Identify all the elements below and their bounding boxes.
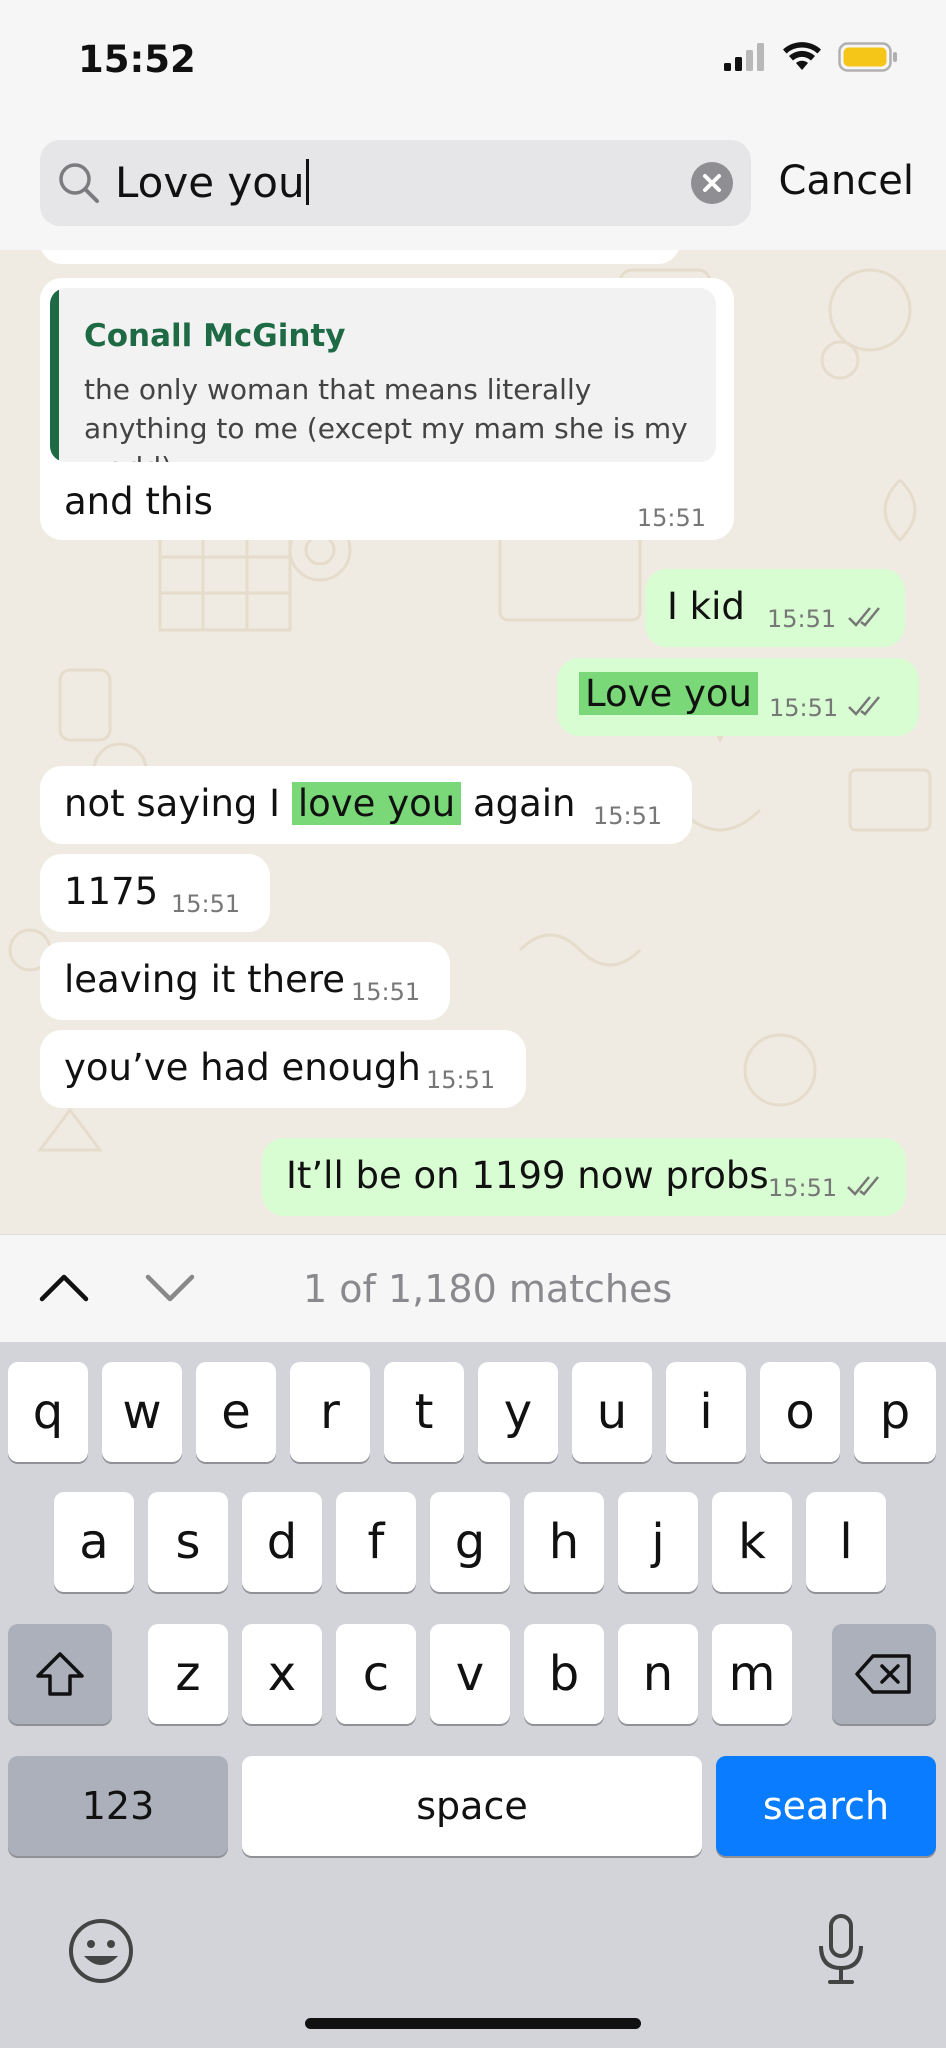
key-g[interactable]: g — [430, 1492, 510, 1592]
read-ticks-icon — [848, 607, 880, 627]
home-indicator[interactable] — [305, 2018, 641, 2029]
message-text: Love you — [579, 672, 759, 715]
keyboard: q w e r t y u i o p a s d f g h j k l z … — [0, 1342, 946, 2048]
message-bubble-incoming[interactable]: not saying I love you again 15:51 — [40, 766, 692, 844]
chevron-down-icon[interactable] — [144, 1271, 196, 1307]
message-time: 15:51 — [426, 1066, 496, 1094]
key-q[interactable]: q — [8, 1362, 88, 1462]
search-match-highlight: love you — [291, 782, 462, 825]
key-l[interactable]: l — [806, 1492, 886, 1592]
search-icon — [59, 163, 99, 203]
message-bubble-outgoing[interactable]: I kid 15:51 — [645, 569, 905, 647]
cancel-button[interactable]: Cancel — [778, 158, 914, 204]
key-k[interactable]: k — [712, 1492, 792, 1592]
chevron-up-icon[interactable] — [38, 1269, 90, 1305]
message-bubble-incoming[interactable]: 1175 15:51 — [40, 854, 270, 932]
numbers-key[interactable]: 123 — [8, 1756, 228, 1856]
message-bubble-incoming[interactable]: you’ve had enough 15:51 — [40, 1030, 526, 1108]
key-w[interactable]: w — [102, 1362, 182, 1462]
match-navigation-bar: 1 of 1,180 matches — [0, 1234, 946, 1343]
quoted-sender-name: Conall McGinty — [84, 318, 346, 354]
close-icon — [703, 174, 721, 192]
key-f[interactable]: f — [336, 1492, 416, 1592]
message-bubble-outgoing[interactable]: Love you 15:51 — [557, 658, 919, 736]
message-time: 15:51 — [351, 978, 421, 1006]
key-s[interactable]: s — [148, 1492, 228, 1592]
key-r[interactable]: r — [290, 1362, 370, 1462]
key-e[interactable]: e — [196, 1362, 276, 1462]
message-text: I kid — [667, 585, 745, 628]
search-input-value[interactable]: Love you — [115, 158, 309, 207]
key-y[interactable]: y — [478, 1362, 558, 1462]
battery-icon — [838, 42, 897, 72]
message-text: and this — [64, 480, 213, 523]
message-bubble-partial — [40, 250, 680, 264]
message-bubble-incoming[interactable]: Conall McGinty the only woman that means… — [40, 278, 734, 540]
message-text: 1175 — [64, 870, 159, 913]
key-c[interactable]: c — [336, 1624, 416, 1724]
read-ticks-icon — [847, 1176, 879, 1196]
message-text: leaving it there — [64, 958, 346, 1001]
key-j[interactable]: j — [618, 1492, 698, 1592]
status-time: 15:52 — [78, 38, 196, 81]
message-time: 15:51 — [171, 890, 241, 918]
message-text: It’ll be on 1199 now probs — [286, 1154, 769, 1197]
emoji-icon[interactable] — [68, 1918, 134, 1984]
key-v[interactable]: v — [430, 1624, 510, 1724]
clear-search-button[interactable] — [691, 162, 733, 204]
message-time: 15:51 — [767, 605, 837, 633]
match-count: 1 of 1,180 matches — [303, 1267, 673, 1311]
search-match-highlight: Love you — [579, 672, 759, 715]
quoted-reply[interactable]: Conall McGinty the only woman that means… — [50, 288, 716, 462]
key-b[interactable]: b — [524, 1624, 604, 1724]
search-bar: Love you Cancel — [0, 120, 946, 251]
message-text: you’ve had enough — [64, 1046, 421, 1089]
key-n[interactable]: n — [618, 1624, 698, 1724]
backspace-key[interactable] — [832, 1624, 936, 1724]
chat-area[interactable]: Conall McGinty the only woman that means… — [0, 250, 946, 1234]
key-m[interactable]: m — [712, 1624, 792, 1724]
quoted-message-text: the only woman that means literally anyt… — [84, 373, 688, 462]
key-o[interactable]: o — [760, 1362, 840, 1462]
message-bubble-outgoing[interactable]: It’ll be on 1199 now probs 15:51 — [262, 1138, 906, 1216]
cellular-signal-icon — [724, 43, 764, 71]
key-p[interactable]: p — [854, 1362, 936, 1462]
shift-key[interactable] — [8, 1624, 112, 1724]
status-bar: 15:52 — [0, 0, 946, 120]
key-d[interactable]: d — [242, 1492, 322, 1592]
key-x[interactable]: x — [242, 1624, 322, 1724]
microphone-icon[interactable] — [816, 1914, 866, 1986]
message-time: 15:51 — [769, 694, 839, 722]
space-key[interactable]: space — [242, 1756, 702, 1856]
key-i[interactable]: i — [666, 1362, 746, 1462]
status-icons — [724, 42, 898, 72]
shift-icon — [36, 1652, 84, 1696]
message-text: not saying I love you again — [64, 782, 576, 825]
message-time: 15:51 — [768, 1174, 838, 1202]
key-a[interactable]: a — [54, 1492, 134, 1592]
search-key[interactable]: search — [716, 1756, 936, 1856]
message-bubble-incoming[interactable]: leaving it there 15:51 — [40, 942, 450, 1020]
search-field[interactable]: Love you — [40, 140, 751, 226]
backspace-icon — [855, 1654, 911, 1694]
key-u[interactable]: u — [572, 1362, 652, 1462]
message-time: 15:51 — [636, 504, 706, 532]
key-h[interactable]: h — [524, 1492, 604, 1592]
key-z[interactable]: z — [148, 1624, 228, 1724]
quote-accent-bar — [50, 288, 59, 462]
read-ticks-icon — [848, 696, 880, 716]
message-time: 15:51 — [593, 802, 663, 830]
wifi-icon — [783, 42, 821, 70]
key-t[interactable]: t — [384, 1362, 464, 1462]
